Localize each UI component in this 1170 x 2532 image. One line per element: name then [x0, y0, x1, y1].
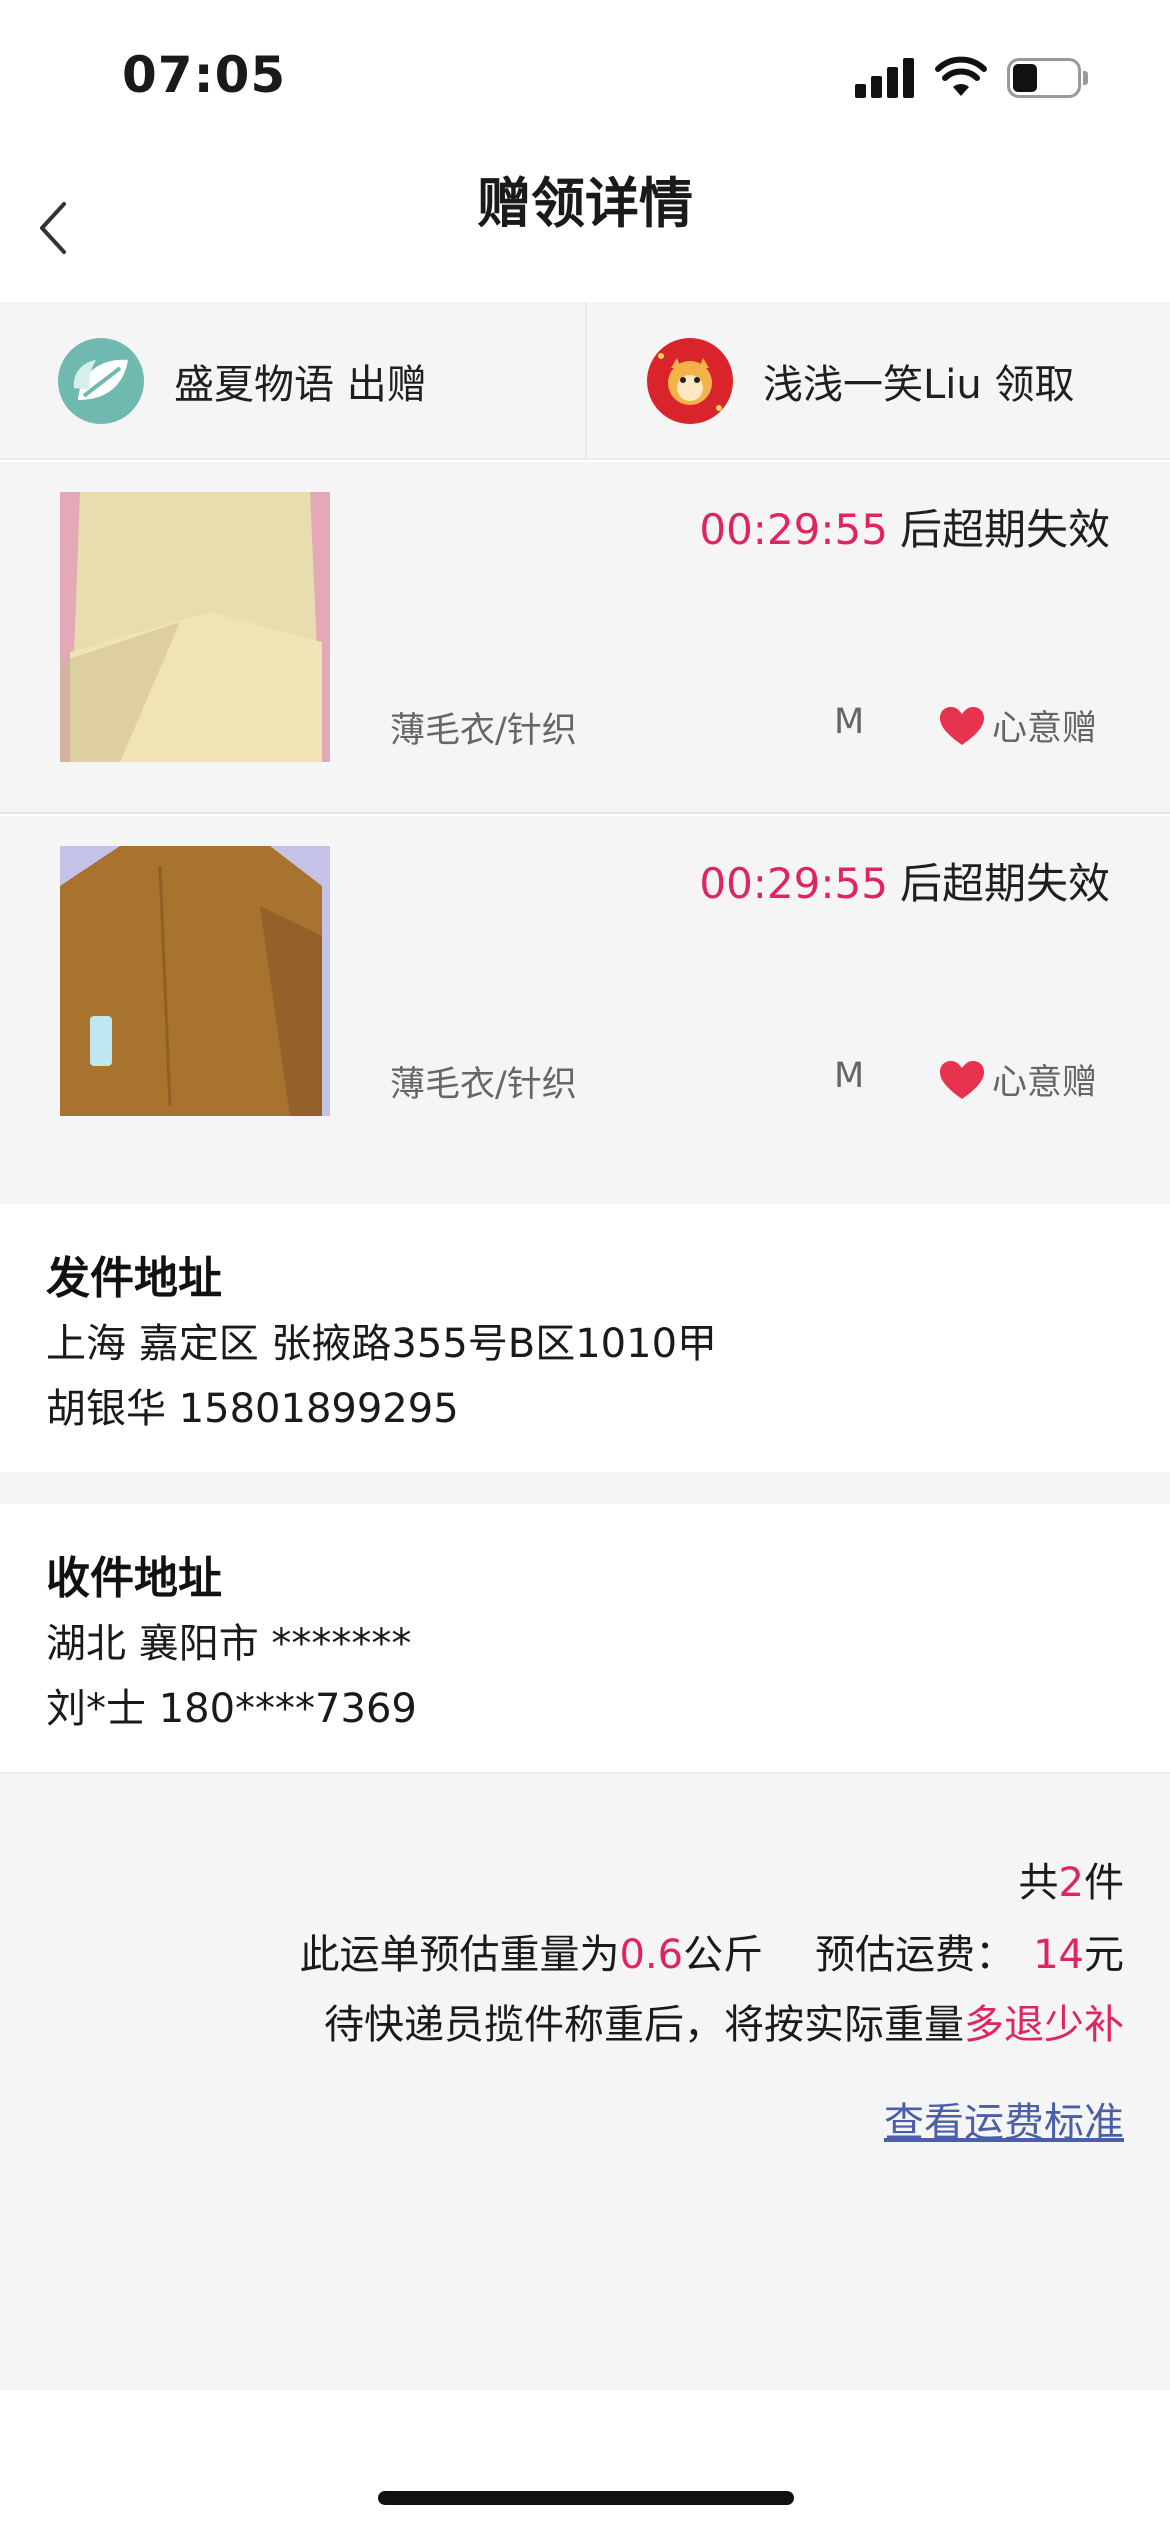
count-prefix: 共	[1018, 1860, 1059, 1906]
item-size: M	[834, 1056, 865, 1096]
item-category: 薄毛衣/针织	[390, 1065, 577, 1105]
send-address-title: 发件地址	[46, 1253, 222, 1304]
count-value: 2	[1058, 1860, 1084, 1906]
receiver-label: 浅浅一笑Liu 领取	[763, 362, 1075, 408]
fee-label: 预估运费：	[815, 1932, 1016, 1978]
chevron-left-icon[interactable]	[28, 176, 88, 276]
status-time: 07:05	[122, 46, 287, 104]
recv-contact: 刘*士 180****7369	[46, 1686, 417, 1732]
item-size: M	[834, 702, 865, 742]
gift-tag-label: 心意赠	[992, 709, 1098, 749]
countdown-suffix: 后超期失效	[899, 859, 1110, 908]
users-row: 盛夏物语 出赠 浅浅一笑Liu 领取	[0, 302, 1170, 460]
countdown: 00:29:55 后超期失效	[699, 850, 1110, 911]
wifi-icon	[935, 56, 987, 96]
giver-label: 盛夏物语 出赠	[174, 362, 427, 408]
weight-prefix: 此运单预估重量为	[299, 1932, 620, 1978]
shipping-summary: 共2件 此运单预估重量为0.6公斤 预估运费： 14元 待快递员揽件称重后，将按实际…	[0, 1772, 1170, 2390]
recv-address: 收件地址 湖北 襄阳市 ******* 刘*士 180****7369	[0, 1504, 1170, 1772]
fee-unit: 元	[1084, 1932, 1124, 1978]
item-card[interactable]: 00:29:55 后超期失效 薄毛衣/针织 M 心意赠	[0, 462, 1170, 814]
gift-tag: 心意赠	[938, 700, 1097, 751]
send-address-line: 上海 嘉定区 张掖路355号B区1010甲	[46, 1321, 718, 1367]
item-photo	[60, 492, 330, 762]
item-category: 薄毛衣/针织	[390, 711, 577, 751]
count-suffix: 件	[1084, 1860, 1124, 1906]
note-highlight: 多退少补	[964, 2002, 1124, 2048]
weight-fee-line: 此运单预估重量为0.6公斤 预估运费： 14元	[299, 1922, 1124, 1980]
status-bar: 07:05	[0, 0, 1170, 150]
fee-standard-link[interactable]: 查看运费标准	[884, 2090, 1124, 2148]
fee-value: 14	[1033, 1932, 1084, 1978]
countdown-time: 00:29:55	[699, 505, 888, 554]
section-gap	[0, 1168, 1170, 1204]
weight-unit: 公斤	[683, 1932, 764, 1978]
countdown-suffix: 后超期失效	[899, 505, 1110, 554]
home-indicator	[378, 2491, 794, 2505]
recv-address-title: 收件地址	[46, 1553, 222, 1604]
section-gap	[0, 1472, 1170, 1504]
gift-tag-label: 心意赠	[992, 1063, 1098, 1103]
heart-icon	[940, 1060, 984, 1099]
receiver-avatar	[647, 338, 733, 424]
recv-address-line: 湖北 襄阳市 *******	[46, 1621, 412, 1667]
countdown: 00:29:55 后超期失效	[699, 496, 1110, 557]
heart-icon	[940, 706, 984, 745]
item-count: 共2件	[1019, 1850, 1124, 1908]
gift-tag: 心意赠	[938, 1054, 1097, 1105]
note-prefix: 待快递员揽件称重后，将按实际重量	[324, 2002, 964, 2048]
weight-value: 0.6	[619, 1932, 684, 1978]
receiver-cell[interactable]: 浅浅一笑Liu 领取	[585, 302, 1170, 460]
item-photo	[60, 846, 330, 1116]
giver-avatar	[58, 338, 144, 424]
battery-icon	[1007, 58, 1088, 98]
page-title: 赠领详情	[477, 172, 693, 235]
send-contact: 胡银华 15801899295	[46, 1386, 459, 1432]
signal-icon	[855, 58, 915, 98]
item-card[interactable]: 00:29:55 后超期失效 薄毛衣/针织 M 心意赠	[0, 816, 1170, 1168]
giver-cell[interactable]: 盛夏物语 出赠	[0, 302, 585, 460]
send-address: 发件地址 上海 嘉定区 张掖路355号B区1010甲 胡银华 158018992…	[0, 1204, 1170, 1472]
weigh-note: 待快递员揽件称重后，将按实际重量多退少补	[324, 1992, 1124, 2050]
nav-bar: 赠领详情	[0, 150, 1170, 302]
countdown-time: 00:29:55	[699, 859, 888, 908]
